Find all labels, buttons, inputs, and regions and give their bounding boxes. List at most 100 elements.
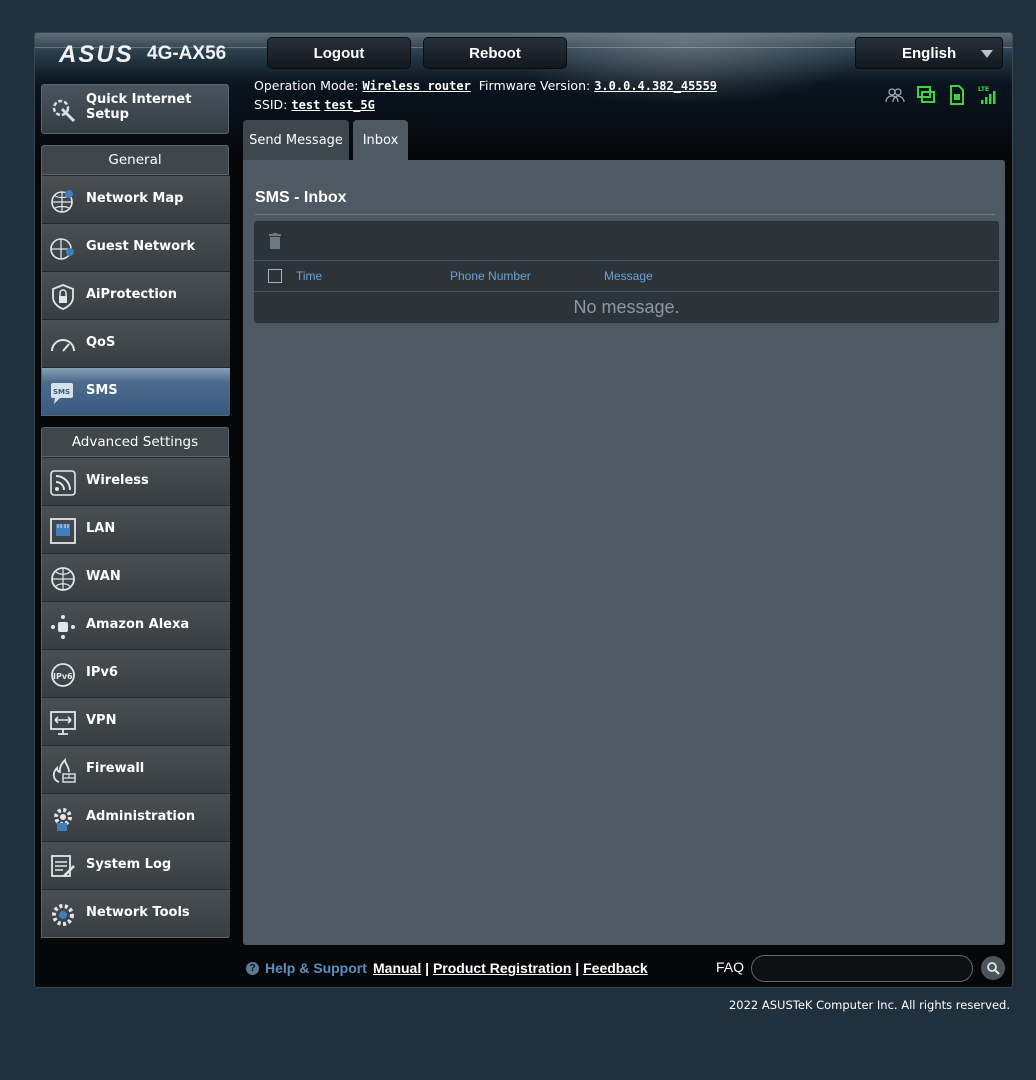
sidebar-item-wireless[interactable]: Wireless <box>42 457 230 505</box>
sidebar-item-label: Network Map <box>86 191 184 206</box>
tools-icon <box>52 904 74 926</box>
sidebar-item-system-log[interactable]: System Log <box>42 841 230 889</box>
tab-inbox[interactable]: Inbox <box>353 120 408 160</box>
globe-pin-icon <box>51 190 73 213</box>
sidebar-item-network-tools[interactable]: Network Tools <box>42 889 230 937</box>
sidebar-item-aiprotection[interactable]: AiProtection <box>42 271 230 319</box>
ssid-label: SSID: <box>254 97 288 112</box>
operation-mode-label: Operation Mode: <box>254 78 359 93</box>
link-separator: | <box>425 960 430 976</box>
help-icon: ? <box>246 962 259 975</box>
table-divider <box>254 291 999 292</box>
sidebar-item-firewall[interactable]: Firewall <box>42 745 230 793</box>
sidebar-item-ipv6[interactable]: IPv6 IPv6 <box>42 649 230 697</box>
vpn-icon <box>50 711 76 735</box>
table-divider <box>254 260 999 261</box>
sidebar-item-label: AiProtection <box>86 287 177 302</box>
svg-text:LTE: LTE <box>978 86 989 93</box>
sidebar-item-label: Administration <box>86 809 196 824</box>
sidebar-item-label: Wireless <box>86 473 149 488</box>
firewall-icon <box>52 758 76 783</box>
lte-signal-icon[interactable]: LTE <box>978 85 998 105</box>
help-support-label: Help & Support <box>265 960 367 976</box>
general-section-title: General <box>41 145 229 175</box>
sim-icon[interactable] <box>947 85 967 105</box>
sidebar-item-guest-network[interactable]: Guest Network <box>42 223 230 271</box>
sidebar-item-label: IPv6 <box>86 665 118 680</box>
sidebar-item-label: Amazon Alexa <box>86 617 190 632</box>
ssid-2g-link[interactable]: test <box>291 98 320 112</box>
main-content: SMS - Inbox Time Phone Number Message No… <box>243 160 1005 945</box>
advanced-nav: Wireless LAN WAN Amazon Alexa IPv6 IPv6 … <box>41 457 230 938</box>
firmware-label: Firmware Version: <box>478 78 591 93</box>
router-ui-frame: ASUS 4G-AX56 Logout Reboot English Opera… <box>34 32 1013 988</box>
sidebar-item-lan[interactable]: LAN <box>42 505 230 553</box>
speedometer-icon <box>51 339 75 352</box>
copyright-text: 2022 ASUSTeK Computer Inc. All rights re… <box>728 998 1010 1012</box>
sidebar-item-network-map[interactable]: Network Map <box>42 175 230 223</box>
wand-icon <box>52 99 76 123</box>
page-title: SMS - Inbox <box>255 189 347 206</box>
sidebar-item-administration[interactable]: Administration <box>42 793 230 841</box>
chevron-down-icon <box>981 50 993 58</box>
tab-send-message[interactable]: Send Message <box>243 120 349 160</box>
select-all-checkbox[interactable] <box>268 269 282 283</box>
sidebar-item-label: Guest Network <box>86 239 196 254</box>
inbox-table: Time Phone Number Message No message. <box>254 221 999 323</box>
trash-icon[interactable] <box>269 233 281 249</box>
sidebar-item-label: WAN <box>86 569 121 584</box>
empty-message: No message. <box>573 297 680 317</box>
sidebar-item-amazon-alexa[interactable]: Amazon Alexa <box>42 601 230 649</box>
status-icons: LTE <box>885 85 998 105</box>
search-icon <box>987 962 1000 975</box>
usb-icon[interactable] <box>916 85 936 105</box>
svg-text:SMS: SMS <box>53 388 70 396</box>
faq-label: FAQ <box>716 959 745 975</box>
sidebar-item-label: SMS <box>86 383 118 398</box>
faq-search-button[interactable] <box>981 956 1005 980</box>
manual-link[interactable]: Manual <box>373 960 421 976</box>
title-divider <box>255 214 995 215</box>
column-header-message[interactable]: Message <box>604 269 653 283</box>
sms-icon: SMS <box>51 383 73 404</box>
asus-logo: ASUS <box>59 41 134 68</box>
clients-icon[interactable] <box>885 85 905 105</box>
sidebar-item-label: System Log <box>86 857 172 872</box>
ipv6-icon: IPv6 <box>51 663 75 687</box>
globe-users-icon <box>50 238 74 260</box>
sidebar-item-label: LAN <box>86 521 116 536</box>
log-icon <box>51 855 75 877</box>
reboot-button[interactable]: Reboot <box>423 37 567 69</box>
language-label: English <box>902 45 957 62</box>
advanced-section-title: Advanced Settings <box>41 427 229 457</box>
sidebar-item-qos[interactable]: QoS <box>42 319 230 367</box>
svg-text:IPv6: IPv6 <box>53 672 73 681</box>
alexa-icon <box>51 615 75 639</box>
operation-mode-line: Operation Mode: Wireless router Firmware… <box>254 78 717 93</box>
gear-icon <box>54 808 72 831</box>
faq-search-input[interactable] <box>751 955 973 982</box>
footer: ? Help & Support Manual | Product Regist… <box>245 953 1010 983</box>
feedback-link[interactable]: Feedback <box>583 960 648 976</box>
sidebar-item-vpn[interactable]: VPN <box>42 697 230 745</box>
operation-mode-link[interactable]: Wireless router <box>362 79 470 93</box>
column-header-phone-number[interactable]: Phone Number <box>450 269 531 283</box>
ssid-line: SSID: test test_5G <box>254 97 375 112</box>
firmware-link[interactable]: 3.0.0.4.382_45559 <box>594 79 717 93</box>
footer-links: Manual | Product Registration | Feedback <box>373 960 648 976</box>
sidebar-item-label: Network Tools <box>86 905 190 920</box>
lan-icon <box>50 518 76 544</box>
column-header-time[interactable]: Time <box>296 269 322 283</box>
logout-button[interactable]: Logout <box>267 37 411 69</box>
language-select[interactable]: English <box>855 37 1003 69</box>
sidebar-item-label: Firewall <box>86 761 145 776</box>
model-name: 4G-AX56 <box>147 43 227 64</box>
sidebar-item-label: QoS <box>86 335 116 350</box>
shield-lock-icon <box>52 284 74 310</box>
ssid-5g-link[interactable]: test_5G <box>324 98 375 112</box>
sidebar-item-sms[interactable]: SMS SMS <box>42 367 230 415</box>
sidebar-item-wan[interactable]: WAN <box>42 553 230 601</box>
general-nav: Network Map Guest Network AiProtection Q… <box>41 175 230 416</box>
product-registration-link[interactable]: Product Registration <box>433 960 571 976</box>
quick-internet-setup-button[interactable]: Quick Internet Setup <box>41 84 229 134</box>
